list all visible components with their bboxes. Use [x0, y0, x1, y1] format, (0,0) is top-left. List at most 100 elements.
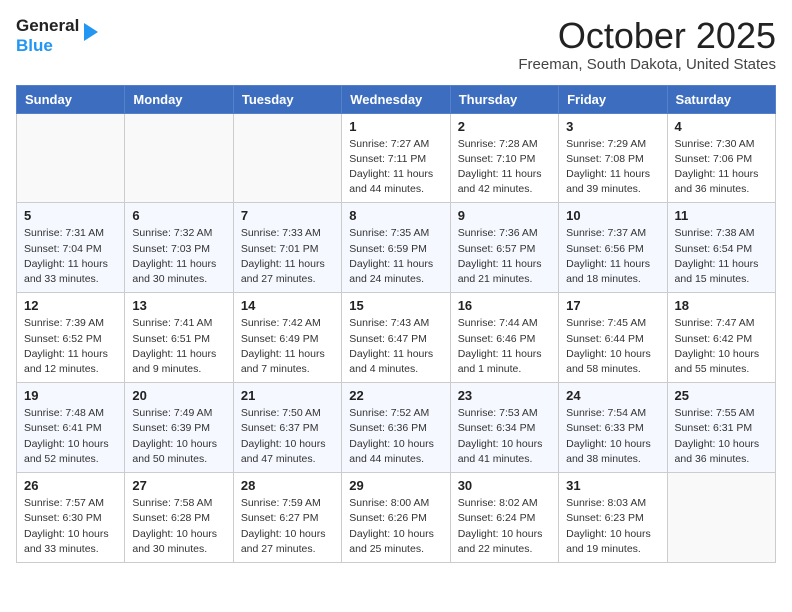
day-info: Sunrise: 7:55 AM Sunset: 6:31 PM Dayligh…: [675, 406, 768, 467]
day-number: 12: [24, 298, 117, 313]
calendar-week-row: 19 Sunrise: 7:48 AM Sunset: 6:41 PM Dayli…: [17, 383, 776, 473]
logo-arrow-icon: [84, 23, 98, 41]
calendar-cell: 30Sunrise: 8:02 AM Sunset: 6:24 PM Dayli…: [450, 473, 558, 563]
day-number: 15: [349, 298, 442, 313]
weekday-header-wednesday: Wednesday: [342, 85, 450, 113]
day-info: Sunrise: 7:33 AM Sunset: 7:01 PM Dayligh…: [241, 226, 334, 287]
calendar-cell: [125, 113, 233, 203]
day-info: Sunrise: 7:58 AM Sunset: 6:28 PM Dayligh…: [132, 496, 225, 557]
calendar-cell: 10 Sunrise: 7:37 AM Sunset: 6:56 PM Dayli…: [559, 203, 667, 293]
day-number: 14: [241, 298, 334, 313]
day-info: Sunrise: 8:03 AM Sunset: 6:23 PM Dayligh…: [566, 496, 659, 557]
calendar-week-row: 1 Sunrise: 7:27 AM Sunset: 7:11 PM Daylig…: [17, 113, 776, 203]
calendar-cell: 23Sunrise: 7:53 AM Sunset: 6:34 PM Dayli…: [450, 383, 558, 473]
calendar-cell: 9 Sunrise: 7:36 AM Sunset: 6:57 PM Daylig…: [450, 203, 558, 293]
day-number: 27: [132, 478, 225, 493]
calendar-cell: 19 Sunrise: 7:48 AM Sunset: 6:41 PM Dayli…: [17, 383, 125, 473]
day-info: Sunrise: 7:50 AM Sunset: 6:37 PM Dayligh…: [241, 406, 334, 467]
day-info: Sunrise: 7:37 AM Sunset: 6:56 PM Dayligh…: [566, 226, 659, 287]
calendar-cell: 8 Sunrise: 7:35 AM Sunset: 6:59 PM Daylig…: [342, 203, 450, 293]
logo-general: General: [16, 16, 79, 36]
day-info: Sunrise: 7:43 AM Sunset: 6:47 PM Dayligh…: [349, 316, 442, 377]
calendar-cell: 31 Sunrise: 8:03 AM Sunset: 6:23 PM Dayli…: [559, 473, 667, 563]
day-info: Sunrise: 7:30 AM Sunset: 7:06 PM Dayligh…: [675, 137, 768, 198]
weekday-header-thursday: Thursday: [450, 85, 558, 113]
calendar-cell: 6 Sunrise: 7:32 AM Sunset: 7:03 PM Daylig…: [125, 203, 233, 293]
day-number: 29: [349, 478, 442, 493]
day-number: 31: [566, 478, 659, 493]
day-number: 16: [458, 298, 551, 313]
logo-blue: Blue: [16, 36, 79, 56]
day-number: 10: [566, 208, 659, 223]
day-number: 19: [24, 388, 117, 403]
calendar-week-row: 12 Sunrise: 7:39 AM Sunset: 6:52 PM Dayli…: [17, 293, 776, 383]
day-info: Sunrise: 7:44 AM Sunset: 6:46 PM Dayligh…: [458, 316, 551, 377]
day-number: 5: [24, 208, 117, 223]
day-number: 1: [349, 119, 442, 134]
logo-wrapper: General Blue: [16, 16, 98, 56]
calendar-cell: 26 Sunrise: 7:57 AM Sunset: 6:30 PM Dayli…: [17, 473, 125, 563]
calendar-table: SundayMondayTuesdayWednesdayThursdayFrid…: [16, 85, 776, 563]
day-info: Sunrise: 7:39 AM Sunset: 6:52 PM Dayligh…: [24, 316, 117, 377]
day-number: 6: [132, 208, 225, 223]
day-info: Sunrise: 7:31 AM Sunset: 7:04 PM Dayligh…: [24, 226, 117, 287]
day-number: 4: [675, 119, 768, 134]
calendar-cell: 1 Sunrise: 7:27 AM Sunset: 7:11 PM Daylig…: [342, 113, 450, 203]
day-info: Sunrise: 7:27 AM Sunset: 7:11 PM Dayligh…: [349, 137, 442, 198]
day-number: 24: [566, 388, 659, 403]
calendar-cell: 17Sunrise: 7:45 AM Sunset: 6:44 PM Dayli…: [559, 293, 667, 383]
calendar-cell: [233, 113, 341, 203]
day-info: Sunrise: 7:47 AM Sunset: 6:42 PM Dayligh…: [675, 316, 768, 377]
day-number: 13: [132, 298, 225, 313]
calendar-week-row: 5 Sunrise: 7:31 AM Sunset: 7:04 PM Daylig…: [17, 203, 776, 293]
day-number: 9: [458, 208, 551, 223]
calendar-cell: 21 Sunrise: 7:50 AM Sunset: 6:37 PM Dayli…: [233, 383, 341, 473]
day-info: Sunrise: 7:35 AM Sunset: 6:59 PM Dayligh…: [349, 226, 442, 287]
calendar-cell: 7Sunrise: 7:33 AM Sunset: 7:01 PM Daylig…: [233, 203, 341, 293]
day-info: Sunrise: 7:32 AM Sunset: 7:03 PM Dayligh…: [132, 226, 225, 287]
calendar-cell: 3 Sunrise: 7:29 AM Sunset: 7:08 PM Daylig…: [559, 113, 667, 203]
calendar-cell: 29Sunrise: 8:00 AM Sunset: 6:26 PM Dayli…: [342, 473, 450, 563]
day-info: Sunrise: 7:28 AM Sunset: 7:10 PM Dayligh…: [458, 137, 551, 198]
day-number: 8: [349, 208, 442, 223]
calendar-cell: 22Sunrise: 7:52 AM Sunset: 6:36 PM Dayli…: [342, 383, 450, 473]
page-header: General Blue October 2025 Freeman, South…: [16, 16, 776, 73]
day-number: 18: [675, 298, 768, 313]
day-number: 26: [24, 478, 117, 493]
day-number: 21: [241, 388, 334, 403]
day-number: 2: [458, 119, 551, 134]
day-info: Sunrise: 7:57 AM Sunset: 6:30 PM Dayligh…: [24, 496, 117, 557]
calendar-cell: 18 Sunrise: 7:47 AM Sunset: 6:42 PM Dayli…: [667, 293, 775, 383]
location: Freeman, South Dakota, United States: [518, 56, 776, 73]
weekday-header-sunday: Sunday: [17, 85, 125, 113]
day-info: Sunrise: 7:54 AM Sunset: 6:33 PM Dayligh…: [566, 406, 659, 467]
day-number: 3: [566, 119, 659, 134]
day-info: Sunrise: 7:42 AM Sunset: 6:49 PM Dayligh…: [241, 316, 334, 377]
day-number: 25: [675, 388, 768, 403]
day-info: Sunrise: 7:48 AM Sunset: 6:41 PM Dayligh…: [24, 406, 117, 467]
calendar-cell: [667, 473, 775, 563]
day-info: Sunrise: 7:59 AM Sunset: 6:27 PM Dayligh…: [241, 496, 334, 557]
day-info: Sunrise: 7:53 AM Sunset: 6:34 PM Dayligh…: [458, 406, 551, 467]
calendar-cell: 4 Sunrise: 7:30 AM Sunset: 7:06 PM Daylig…: [667, 113, 775, 203]
calendar-week-row: 26 Sunrise: 7:57 AM Sunset: 6:30 PM Dayli…: [17, 473, 776, 563]
calendar-cell: 12 Sunrise: 7:39 AM Sunset: 6:52 PM Dayli…: [17, 293, 125, 383]
calendar-cell: 25 Sunrise: 7:55 AM Sunset: 6:31 PM Dayli…: [667, 383, 775, 473]
day-info: Sunrise: 7:41 AM Sunset: 6:51 PM Dayligh…: [132, 316, 225, 377]
day-info: Sunrise: 7:29 AM Sunset: 7:08 PM Dayligh…: [566, 137, 659, 198]
day-number: 22: [349, 388, 442, 403]
weekday-header-row: SundayMondayTuesdayWednesdayThursdayFrid…: [17, 85, 776, 113]
calendar-cell: [17, 113, 125, 203]
day-number: 20: [132, 388, 225, 403]
calendar-cell: 24 Sunrise: 7:54 AM Sunset: 6:33 PM Dayli…: [559, 383, 667, 473]
calendar-cell: 2 Sunrise: 7:28 AM Sunset: 7:10 PM Daylig…: [450, 113, 558, 203]
day-info: Sunrise: 7:36 AM Sunset: 6:57 PM Dayligh…: [458, 226, 551, 287]
weekday-header-tuesday: Tuesday: [233, 85, 341, 113]
logo: General Blue: [16, 16, 98, 56]
calendar-cell: 28Sunrise: 7:59 AM Sunset: 6:27 PM Dayli…: [233, 473, 341, 563]
day-number: 11: [675, 208, 768, 223]
weekday-header-friday: Friday: [559, 85, 667, 113]
day-number: 17: [566, 298, 659, 313]
logo-text-block: General Blue: [16, 16, 79, 56]
day-number: 30: [458, 478, 551, 493]
